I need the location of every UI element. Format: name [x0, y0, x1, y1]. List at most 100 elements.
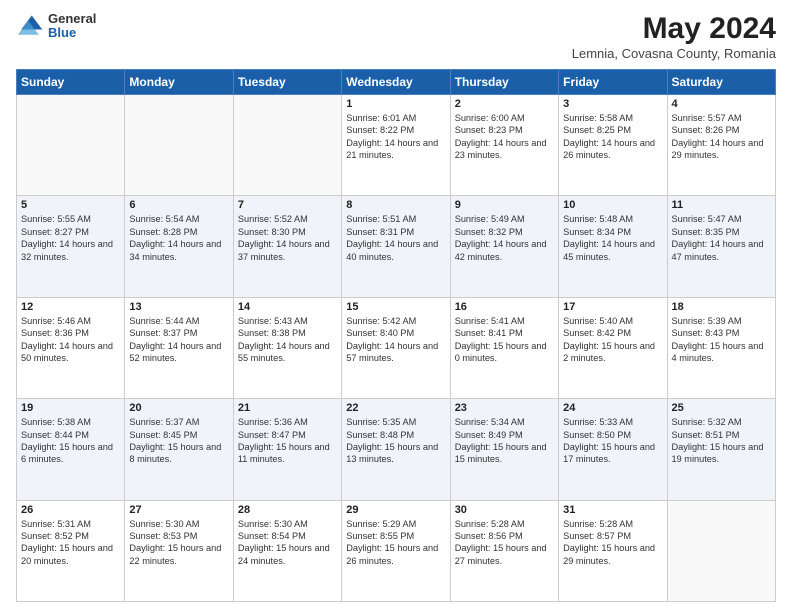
header: General Blue May 2024 Lemnia, Covasna Co…: [16, 12, 776, 61]
header-friday: Friday: [559, 70, 667, 95]
day-number-25: 25: [672, 402, 771, 414]
day-number-12: 12: [21, 301, 120, 313]
cell-w1-d6: 11Sunrise: 5:47 AM Sunset: 8:35 PM Dayli…: [667, 196, 775, 297]
cell-content-9: Sunrise: 5:49 AM Sunset: 8:32 PM Dayligh…: [455, 213, 554, 263]
cell-w1-d5: 10 Sunrise: 5:48 AM Sunset: 8:34 PM Dayli…: [559, 196, 667, 297]
day-number-10: 10: [563, 199, 662, 211]
cell-w3-d6: 25 Sunrise: 5:32 AM Sunset: 8:51 PM Dayli…: [667, 399, 775, 500]
header-monday: Monday: [125, 70, 233, 95]
cell-content-3: Sunrise: 5:58 AM Sunset: 8:25 PM Dayligh…: [563, 112, 662, 162]
cell-w0-d5: 3 Sunrise: 5:58 AM Sunset: 8:25 PM Daylig…: [559, 95, 667, 196]
cell-content-21: Sunrise: 5:36 AM Sunset: 8:47 PM Dayligh…: [238, 416, 337, 466]
logo-text: General Blue: [48, 12, 96, 41]
cell-content-12: Sunrise: 5:46 AM Sunset: 8:36 PM Dayligh…: [21, 315, 120, 365]
cell-content-26: Sunrise: 5:31 AM Sunset: 8:52 PM Dayligh…: [21, 518, 120, 568]
cell-content-23: Sunrise: 5:34 AM Sunset: 8:49 PM Dayligh…: [455, 416, 554, 466]
day-number-16: 16: [455, 301, 554, 313]
day-number-23: 23: [455, 402, 554, 414]
cell-content-11: Sunrise: 5:47 AM Sunset: 8:35 PM Dayligh…: [672, 213, 771, 263]
day-number-26: 26: [21, 504, 120, 516]
day-number-9: 9: [455, 199, 554, 211]
cell-content-14: Sunrise: 5:43 AM Sunset: 8:38 PM Dayligh…: [238, 315, 337, 365]
location-subtitle: Lemnia, Covasna County, Romania: [572, 46, 776, 61]
day-number-22: 22: [346, 402, 445, 414]
week-row-4: 26 Sunrise: 5:31 AM Sunset: 8:52 PM Dayli…: [17, 500, 776, 601]
day-number-20: 20: [129, 402, 228, 414]
cell-w1-d2: 7Sunrise: 5:52 AM Sunset: 8:30 PM Daylig…: [233, 196, 341, 297]
cell-content-10: Sunrise: 5:48 AM Sunset: 8:34 PM Dayligh…: [563, 213, 662, 263]
day-number-18: 18: [672, 301, 771, 313]
day-number-30: 30: [455, 504, 554, 516]
cell-content-20: Sunrise: 5:37 AM Sunset: 8:45 PM Dayligh…: [129, 416, 228, 466]
day-number-13: 13: [129, 301, 228, 313]
header-saturday: Saturday: [667, 70, 775, 95]
cell-w4-d3: 29 Sunrise: 5:29 AM Sunset: 8:55 PM Dayli…: [342, 500, 450, 601]
day-number-24: 24: [563, 402, 662, 414]
month-title: May 2024: [572, 12, 776, 46]
cell-w2-d2: 14Sunrise: 5:43 AM Sunset: 8:38 PM Dayli…: [233, 297, 341, 398]
week-row-2: 12 Sunrise: 5:46 AM Sunset: 8:36 PM Dayli…: [17, 297, 776, 398]
day-number-29: 29: [346, 504, 445, 516]
header-wednesday: Wednesday: [342, 70, 450, 95]
logo-blue-text: Blue: [48, 26, 96, 40]
cell-w4-d6: [667, 500, 775, 601]
cell-content-15: Sunrise: 5:42 AM Sunset: 8:40 PM Dayligh…: [346, 315, 445, 365]
logo-icon: [16, 12, 44, 40]
cell-w2-d0: 12 Sunrise: 5:46 AM Sunset: 8:36 PM Dayli…: [17, 297, 125, 398]
cell-content-28: Sunrise: 5:30 AM Sunset: 8:54 PM Dayligh…: [238, 518, 337, 568]
cell-content-8: Sunrise: 5:51 AM Sunset: 8:31 PM Dayligh…: [346, 213, 445, 263]
cell-w1-d3: 8 Sunrise: 5:51 AM Sunset: 8:31 PM Daylig…: [342, 196, 450, 297]
cell-w1-d0: 5Sunrise: 5:55 AM Sunset: 8:27 PM Daylig…: [17, 196, 125, 297]
cell-w2-d5: 17 Sunrise: 5:40 AM Sunset: 8:42 PM Dayli…: [559, 297, 667, 398]
cell-content-1: Sunrise: 6:01 AM Sunset: 8:22 PM Dayligh…: [346, 112, 445, 162]
cell-content-25: Sunrise: 5:32 AM Sunset: 8:51 PM Dayligh…: [672, 416, 771, 466]
day-number-28: 28: [238, 504, 337, 516]
cell-w3-d5: 24 Sunrise: 5:33 AM Sunset: 8:50 PM Dayli…: [559, 399, 667, 500]
day-number-5: 5: [21, 199, 120, 211]
cell-content-7: Sunrise: 5:52 AM Sunset: 8:30 PM Dayligh…: [238, 213, 337, 263]
header-tuesday: Tuesday: [233, 70, 341, 95]
cell-w1-d1: 6 Sunrise: 5:54 AM Sunset: 8:28 PM Daylig…: [125, 196, 233, 297]
week-row-3: 19 Sunrise: 5:38 AM Sunset: 8:44 PM Dayli…: [17, 399, 776, 500]
cell-w0-d4: 2Sunrise: 6:00 AM Sunset: 8:23 PM Daylig…: [450, 95, 558, 196]
header-thursday: Thursday: [450, 70, 558, 95]
cell-w3-d3: 22Sunrise: 5:35 AM Sunset: 8:48 PM Dayli…: [342, 399, 450, 500]
cell-w2-d4: 16Sunrise: 5:41 AM Sunset: 8:41 PM Dayli…: [450, 297, 558, 398]
cell-content-29: Sunrise: 5:29 AM Sunset: 8:55 PM Dayligh…: [346, 518, 445, 568]
cell-content-19: Sunrise: 5:38 AM Sunset: 8:44 PM Dayligh…: [21, 416, 120, 466]
cell-w3-d2: 21 Sunrise: 5:36 AM Sunset: 8:47 PM Dayli…: [233, 399, 341, 500]
cell-w2-d1: 13 Sunrise: 5:44 AM Sunset: 8:37 PM Dayli…: [125, 297, 233, 398]
day-number-1: 1: [346, 98, 445, 110]
cell-content-6: Sunrise: 5:54 AM Sunset: 8:28 PM Dayligh…: [129, 213, 228, 263]
day-number-31: 31: [563, 504, 662, 516]
cell-w3-d0: 19 Sunrise: 5:38 AM Sunset: 8:44 PM Dayli…: [17, 399, 125, 500]
day-number-17: 17: [563, 301, 662, 313]
day-number-15: 15: [346, 301, 445, 313]
cell-w3-d4: 23 Sunrise: 5:34 AM Sunset: 8:49 PM Dayli…: [450, 399, 558, 500]
cell-w4-d2: 28 Sunrise: 5:30 AM Sunset: 8:54 PM Dayli…: [233, 500, 341, 601]
day-number-27: 27: [129, 504, 228, 516]
day-number-21: 21: [238, 402, 337, 414]
cell-w0-d3: 1 Sunrise: 6:01 AM Sunset: 8:22 PM Daylig…: [342, 95, 450, 196]
cell-content-24: Sunrise: 5:33 AM Sunset: 8:50 PM Dayligh…: [563, 416, 662, 466]
day-number-8: 8: [346, 199, 445, 211]
day-number-3: 3: [563, 98, 662, 110]
cell-content-17: Sunrise: 5:40 AM Sunset: 8:42 PM Dayligh…: [563, 315, 662, 365]
logo: General Blue: [16, 12, 96, 41]
cell-w3-d1: 20 Sunrise: 5:37 AM Sunset: 8:45 PM Dayli…: [125, 399, 233, 500]
week-row-0: 1 Sunrise: 6:01 AM Sunset: 8:22 PM Daylig…: [17, 95, 776, 196]
calendar-header-row: Sunday Monday Tuesday Wednesday Thursday…: [17, 70, 776, 95]
day-number-6: 6: [129, 199, 228, 211]
cell-w0-d0: [17, 95, 125, 196]
cell-content-13: Sunrise: 5:44 AM Sunset: 8:37 PM Dayligh…: [129, 315, 228, 365]
cell-w0-d1: [125, 95, 233, 196]
cell-w2-d6: 18Sunrise: 5:39 AM Sunset: 8:43 PM Dayli…: [667, 297, 775, 398]
cell-w0-d6: 4Sunrise: 5:57 AM Sunset: 8:26 PM Daylig…: [667, 95, 775, 196]
cell-w0-d2: [233, 95, 341, 196]
day-number-19: 19: [21, 402, 120, 414]
cell-w4-d1: 27Sunrise: 5:30 AM Sunset: 8:53 PM Dayli…: [125, 500, 233, 601]
logo-general-text: General: [48, 12, 96, 26]
cell-w2-d3: 15 Sunrise: 5:42 AM Sunset: 8:40 PM Dayli…: [342, 297, 450, 398]
cell-content-30: Sunrise: 5:28 AM Sunset: 8:56 PM Dayligh…: [455, 518, 554, 568]
calendar-table: Sunday Monday Tuesday Wednesday Thursday…: [16, 69, 776, 602]
